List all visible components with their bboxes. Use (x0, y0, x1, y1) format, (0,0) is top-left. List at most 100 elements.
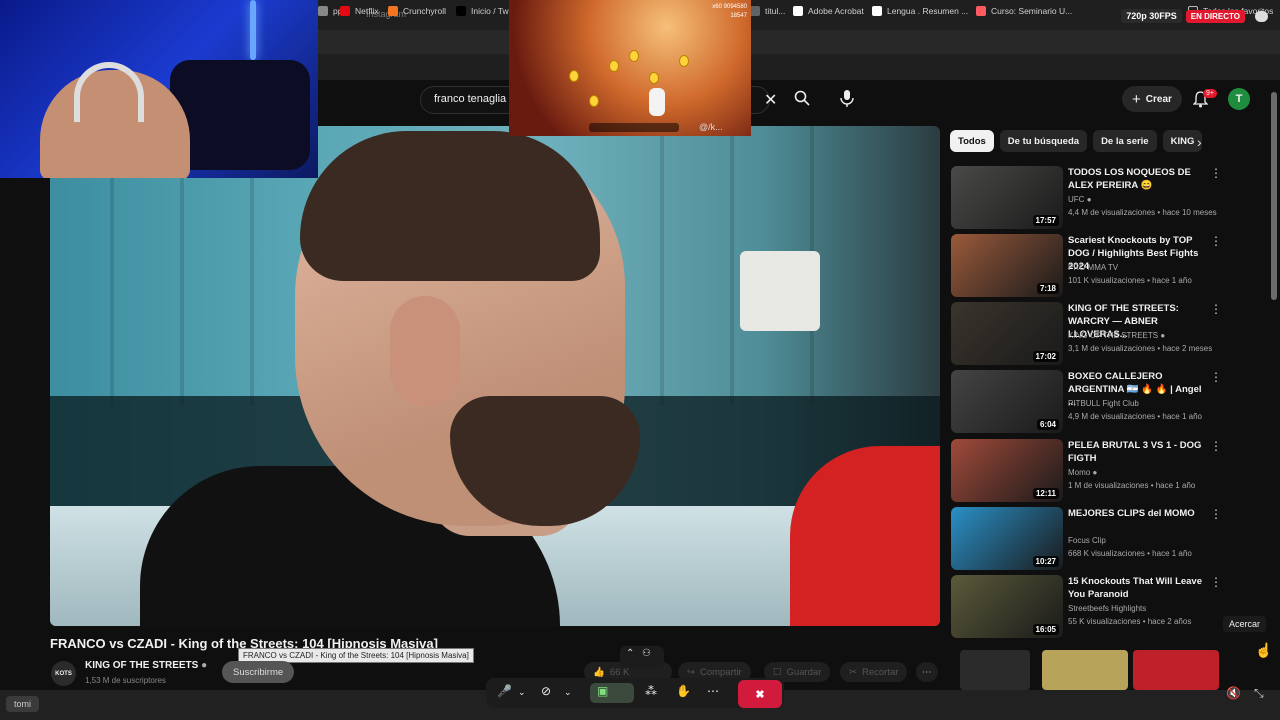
bookmark-item[interactable]: Inicio / Twit (456, 6, 513, 16)
chat-icon[interactable] (1255, 10, 1268, 22)
duration-badge: 16:05 (1032, 624, 1059, 635)
raise-hand-icon[interactable]: ✋ (676, 684, 691, 698)
scissors-icon: ✂ (849, 666, 857, 678)
video-wall-box (740, 251, 820, 331)
recommendation-thumbnail[interactable]: 17:02 (951, 302, 1063, 365)
resolution-badge: 720p 30FPS (1121, 9, 1182, 23)
minimize-icon[interactable]: ⤡ (1254, 686, 1264, 701)
bookmark-favicon-icon (340, 6, 350, 16)
channel-avatar[interactable]: KOTS (51, 661, 76, 686)
microphone-toggle-icon[interactable]: 🎤 (497, 684, 512, 698)
mic-options-chevron-icon[interactable]: ⌄ (518, 687, 526, 698)
taskbar-user[interactable]: tomi (6, 696, 40, 712)
recommendation-item[interactable]: 12:11 PELEA BRUTAL 3 VS 1 - DOG FIGTH Momo… (951, 439, 1261, 503)
chip-all[interactable]: Todos (950, 130, 994, 152)
recommendation-thumbnail[interactable]: 16:05 (951, 575, 1063, 638)
recommendation-thumbnail[interactable]: 17:57 (951, 166, 1063, 229)
recommendation-channel[interactable]: KING OF THE STREETS ● (1068, 331, 1165, 340)
recommendation-thumbnail[interactable]: 7:18 (951, 234, 1063, 297)
recommendation-title[interactable]: 15 Knockouts That Will Leave You Paranoi… (1068, 575, 1208, 601)
bookmark-item[interactable]: Lengua . Resumen ... (872, 6, 968, 16)
sidebar-scrollbar[interactable] (1271, 92, 1277, 300)
recommendation-thumbnail[interactable]: 10:27 (951, 507, 1063, 570)
more-options-icon[interactable]: ⋯ (707, 684, 719, 698)
bookmark-favicon-icon (318, 6, 328, 16)
bookmark-favicon-icon (793, 6, 803, 16)
bookmark-item[interactable]: pp (318, 6, 342, 16)
more-vertical-icon[interactable]: ⋮ (1210, 234, 1222, 248)
apps-grid-icon[interactable]: ⁂ (645, 684, 657, 698)
chip-from-search[interactable]: De tu búsqueda (999, 130, 1088, 152)
game-runner (649, 88, 665, 116)
bookmark-favicon-icon (750, 6, 760, 16)
recommendation-item[interactable]: 7:18 Scariest Knockouts by TOP DOG / High… (951, 234, 1261, 298)
more-vertical-icon[interactable]: ⋮ (1210, 439, 1222, 453)
verified-icon: ● (1086, 195, 1092, 204)
more-actions-icon[interactable]: ⋯ (916, 662, 938, 682)
recommendation-channel[interactable]: Focus Clip (1068, 536, 1106, 545)
save-label: Guardar (786, 666, 822, 678)
bottom-thumbnail[interactable] (1042, 650, 1128, 690)
recommendation-meta: 4,9 M de visualizaciones • hace 1 año (1068, 412, 1202, 421)
bookmark-label: Curso: Seminario U... (991, 6, 1073, 16)
game-hud-text: @/k... (699, 122, 723, 132)
recommendation-channel[interactable]: PITBULL Fight Club (1068, 399, 1139, 408)
hand-cursor-icon: ☝ (1255, 642, 1273, 658)
recommendation-item[interactable]: 10:27 MEJORES CLIPS del MOMO Focus Clip 668… (951, 507, 1261, 571)
bottom-thumbnail[interactable] (960, 650, 1030, 690)
video-player[interactable] (50, 126, 940, 626)
zoom-tooltip: Acercar (1223, 616, 1267, 632)
more-vertical-icon[interactable]: ⋮ (1210, 166, 1222, 180)
bookmark-label: Lengua . Resumen ... (887, 6, 969, 16)
recommendation-channel[interactable]: PRO MMA TV (1068, 263, 1118, 272)
webcam-overlay (0, 0, 318, 178)
more-vertical-icon[interactable]: ⋮ (1210, 370, 1222, 384)
bookmark-item[interactable]: Crunchyroll (388, 6, 446, 16)
participants-icon[interactable]: ⚇ (642, 648, 651, 659)
live-badge: EN DIRECTO (1185, 9, 1245, 23)
bookmark-label: Netflix (355, 6, 379, 16)
clear-search-icon[interactable]: ✕ (764, 90, 777, 110)
bookmark-item[interactable]: Netflix (340, 6, 379, 16)
mute-icon[interactable]: 🔇 (1226, 686, 1241, 700)
recommendation-title[interactable]: TODOS LOS NOQUEOS DE ALEX PEREIRA 😄 (1068, 166, 1208, 192)
camera-options-chevron-icon[interactable]: ⌄ (564, 687, 572, 698)
camera-off-icon[interactable]: ⊘ (541, 684, 551, 698)
recommendation-item[interactable]: 16:05 15 Knockouts That Will Leave You Pa… (951, 575, 1261, 639)
recommendation-item[interactable]: 17:02 KING OF THE STREETS: WARCRY — ABNER… (951, 302, 1261, 366)
verified-icon: ● (201, 660, 208, 671)
search-icon[interactable] (794, 90, 810, 111)
microphone-icon[interactable] (840, 90, 854, 112)
chevron-up-icon[interactable]: ⌃ (626, 648, 634, 659)
recommendation-item[interactable]: 6:04 BOXEO CALLEJERO ARGENTINA 🇦🇷 🔥 🔥 | A… (951, 370, 1261, 434)
recommendation-meta: 4,4 M de visualizaciones • hace 10 meses (1068, 208, 1217, 217)
more-vertical-icon[interactable]: ⋮ (1210, 575, 1222, 589)
recommendation-channel[interactable]: Streetbeefs Highlights (1068, 604, 1146, 613)
recommendation-title[interactable]: PELEA BRUTAL 3 VS 1 - DOG FIGTH (1068, 439, 1208, 465)
recommendation-thumbnail[interactable]: 12:11 (951, 439, 1063, 502)
recommendation-channel[interactable]: UFC ● (1068, 195, 1092, 204)
recommendation-thumbnail[interactable]: 6:04 (951, 370, 1063, 433)
bookmark-item[interactable]: Curso: Seminario U... (976, 6, 1072, 16)
share-icon: ↪ (687, 666, 695, 678)
more-vertical-icon[interactable]: ⋮ (1210, 507, 1222, 521)
clip-label: Recortar (861, 666, 899, 678)
channel-name[interactable]: KING OF THE STREETS ● (85, 660, 207, 671)
more-vertical-icon[interactable]: ⋮ (1210, 302, 1222, 316)
clip-button[interactable]: ✂ Recortar (840, 662, 908, 682)
recommendation-item[interactable]: 17:57 TODOS LOS NOQUEOS DE ALEX PEREIRA 😄… (951, 166, 1261, 230)
recommendation-channel[interactable]: Momo ● (1068, 468, 1097, 477)
bookmark-label: Inicio / Twit (471, 6, 513, 16)
subscribe-button[interactable]: Suscribirme (222, 661, 295, 683)
bottom-thumbnail[interactable] (1133, 650, 1219, 690)
bookmark-item[interactable]: titul... (750, 6, 785, 16)
end-call-button[interactable]: ✖ (738, 680, 782, 708)
chevron-right-icon[interactable]: › (1197, 134, 1202, 150)
bookmark-item[interactable]: Adobe Acrobat (793, 6, 864, 16)
chip-from-series[interactable]: De la serie (1093, 130, 1157, 152)
recommendation-meta: 101 K visualizaciones • hace 1 año (1068, 276, 1192, 285)
create-button[interactable]: + Crear (1122, 86, 1182, 112)
create-label: Crear (1145, 93, 1172, 105)
recommendation-title[interactable]: MEJORES CLIPS del MOMO (1068, 507, 1208, 520)
account-avatar[interactable]: T (1228, 88, 1250, 110)
